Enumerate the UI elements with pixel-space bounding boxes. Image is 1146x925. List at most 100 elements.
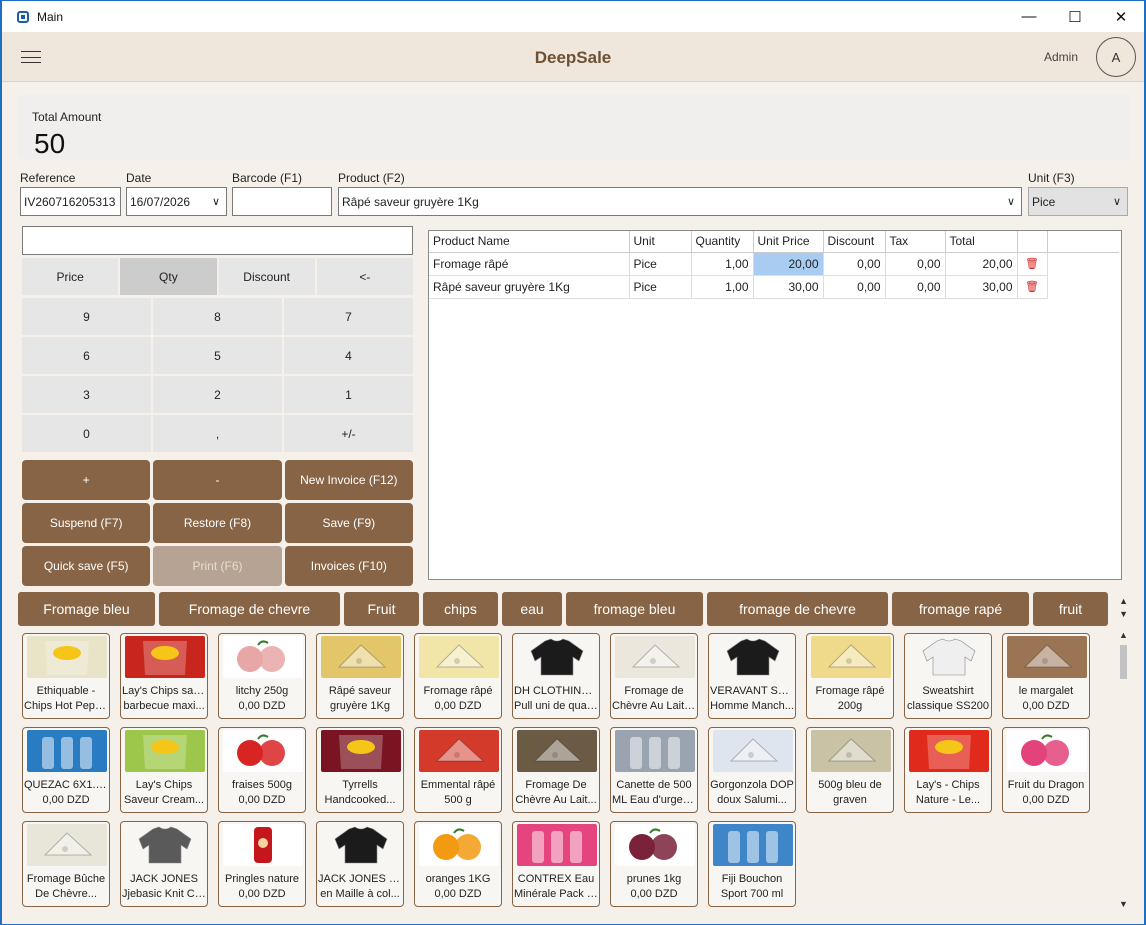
column-header[interactable]: Unit Price [753, 231, 824, 253]
product-tile[interactable]: Canette de 500 ML Eau d'urgence [610, 727, 698, 813]
category-button[interactable]: Fruit [344, 592, 419, 626]
action-button[interactable]: New Invoice (F12) [284, 460, 413, 500]
product-tile[interactable]: Fruit du Dragon 0,00 DZD [1002, 727, 1090, 813]
avatar[interactable]: A [1096, 37, 1136, 77]
category-button[interactable]: Fromage de chevre [159, 592, 340, 626]
column-header[interactable]: Quantity [691, 231, 754, 253]
minimize-button[interactable]: — [1006, 1, 1052, 32]
action-button[interactable]: Restore (F8) [153, 503, 282, 543]
product-tile[interactable]: Emmental râpé 500 g [414, 727, 502, 813]
column-header[interactable]: Unit [629, 231, 692, 253]
scroll-up-icon[interactable]: ▲ [1117, 629, 1130, 642]
cell-qty[interactable]: 1,00 [691, 275, 754, 299]
product-tile[interactable]: Lay's - Chips Nature - Le... [904, 727, 992, 813]
cell-tax[interactable]: 0,00 [885, 252, 946, 276]
reference-field[interactable]: IV260716205313 [20, 187, 121, 216]
column-header[interactable]: Tax [885, 231, 946, 253]
table-row[interactable]: Râpé saveur gruyère 1Kg Pice 1,00 30,00 0,00… [429, 275, 1119, 299]
cell-total[interactable]: 30,00 [945, 275, 1018, 299]
delete-row-icon[interactable]: 🗑 [1017, 252, 1048, 276]
product-tile[interactable]: Fiji Bouchon Sport 700 ml [708, 821, 796, 907]
product-tile[interactable]: fraises 500g 0,00 DZD [218, 727, 306, 813]
cell-total[interactable]: 20,00 [945, 252, 1018, 276]
keypad-mode-backspace[interactable]: <- [316, 258, 413, 295]
product-tile[interactable]: prunes 1kg 0,00 DZD [610, 821, 698, 907]
cell-price[interactable]: 30,00 [753, 275, 824, 299]
cell-qty[interactable]: 1,00 [691, 252, 754, 276]
product-tile[interactable]: Pringles nature 0,00 DZD [218, 821, 306, 907]
cell-name[interactable]: Fromage râpé [429, 252, 630, 276]
scroll-thumb[interactable] [1120, 645, 1127, 679]
products-scrollbar[interactable]: ▲ ▼ [1117, 629, 1130, 911]
date-picker[interactable]: 16/07/2026 ∨ [126, 187, 227, 216]
cell-discount[interactable]: 0,00 [823, 252, 886, 276]
product-tile[interactable]: oranges 1KG 0,00 DZD [414, 821, 502, 907]
category-button[interactable]: chips [423, 592, 498, 626]
category-button[interactable]: fromage de chevre [707, 592, 888, 626]
product-tile[interactable]: Fromage de Chèvre Au Lait d... [610, 633, 698, 719]
scroll-down-icon[interactable]: ▼ [1117, 898, 1130, 911]
numpad-key[interactable]: 1 [284, 376, 413, 413]
product-tile[interactable]: JACK JONES Jjebasic Knit Cre... [120, 821, 208, 907]
category-button[interactable]: fruit [1033, 592, 1108, 626]
action-button[interactable]: - [153, 460, 282, 500]
close-button[interactable]: ✕ [1098, 1, 1144, 32]
product-tile[interactable]: Fromage Bûche De Chèvre... [22, 821, 110, 907]
category-button[interactable]: eau [502, 592, 562, 626]
product-select[interactable]: Râpé saveur gruyère 1Kg ∨ [338, 187, 1022, 216]
unit-select[interactable]: Pice ∨ [1028, 187, 1128, 216]
product-tile[interactable]: Fromage râpé 0,00 DZD [414, 633, 502, 719]
column-header[interactable]: Product Name [429, 231, 630, 253]
numpad-key[interactable]: 8 [153, 298, 282, 335]
product-tile[interactable]: Lay's Chips Saveur Cream... [120, 727, 208, 813]
product-tile[interactable]: Fromage De Chèvre Au Lait... [512, 727, 600, 813]
numpad-key[interactable]: 6 [22, 337, 151, 374]
category-button[interactable]: fromage rapé [892, 592, 1029, 626]
cell-unit[interactable]: Pice [629, 275, 692, 299]
product-tile[interactable]: Lay's Chips saveur barbecue maxi... [120, 633, 208, 719]
action-button[interactable]: + [22, 460, 151, 500]
numpad-key[interactable]: +/- [284, 415, 413, 452]
numpad-key[interactable]: 9 [22, 298, 151, 335]
numpad-key[interactable]: 7 [284, 298, 413, 335]
product-tile[interactable]: 500g bleu de graven [806, 727, 894, 813]
cell-price[interactable]: 20,00 [753, 252, 824, 276]
action-button[interactable]: Save (F9) [284, 503, 413, 543]
numpad-key[interactable]: 4 [284, 337, 413, 374]
product-tile[interactable]: Ethiquable - Chips Hot Pepp... [22, 633, 110, 719]
product-tile[interactable]: VERAVANT Sweat Homme Manch... [708, 633, 796, 719]
delete-row-icon[interactable]: 🗑 [1017, 275, 1048, 299]
cell-discount[interactable]: 0,00 [823, 275, 886, 299]
numpad-key[interactable]: 3 [22, 376, 151, 413]
category-button[interactable]: fromage bleu [566, 592, 703, 626]
product-tile[interactable]: Fromage râpé 200g [806, 633, 894, 719]
table-row[interactable]: Fromage râpé Pice 1,00 20,00 0,00 0,00 20,00 🗑 [429, 252, 1119, 276]
numpad-key[interactable]: , [153, 415, 282, 452]
cell-name[interactable]: Râpé saveur gruyère 1Kg [429, 275, 630, 299]
action-button[interactable]: Quick save (F5) [22, 546, 151, 586]
cell-unit[interactable]: Pice [629, 252, 692, 276]
keypad-input[interactable] [22, 226, 413, 255]
numpad-key[interactable]: 2 [153, 376, 282, 413]
keypad-mode-qty[interactable]: Qty [120, 258, 217, 295]
action-button[interactable]: Invoices (F10) [284, 546, 413, 586]
product-tile[interactable]: JACK JONES Pull en Maille à col... [316, 821, 404, 907]
product-tile[interactable]: Tyrrells Handcooked... [316, 727, 404, 813]
product-tile[interactable]: Sweatshirt classique SS200 [904, 633, 992, 719]
product-tile[interactable]: Gorgonzola DOP doux Salumi... [708, 727, 796, 813]
category-scroll[interactable]: ▲ ▼ [1119, 595, 1128, 621]
product-tile[interactable]: DH CLOTHING UK Pull uni de quali... [512, 633, 600, 719]
keypad-mode-discount[interactable]: Discount [218, 258, 315, 295]
category-button[interactable]: Fromage bleu [18, 592, 155, 626]
product-tile[interactable]: Râpé saveur gruyère 1Kg [316, 633, 404, 719]
product-tile[interactable]: CONTREX Eau Minérale Pack D... [512, 821, 600, 907]
numpad-key[interactable]: 5 [153, 337, 282, 374]
product-tile[interactable]: le margalet 0,00 DZD [1002, 633, 1090, 719]
product-tile[interactable]: litchy 250g 0,00 DZD [218, 633, 306, 719]
barcode-input[interactable] [232, 187, 332, 216]
cell-tax[interactable]: 0,00 [885, 275, 946, 299]
keypad-mode-price[interactable]: Price [22, 258, 119, 295]
product-tile[interactable]: QUEZAC 6X1.15L 0,00 DZD [22, 727, 110, 813]
numpad-key[interactable]: 0 [22, 415, 151, 452]
column-header[interactable]: Total [945, 231, 1018, 253]
